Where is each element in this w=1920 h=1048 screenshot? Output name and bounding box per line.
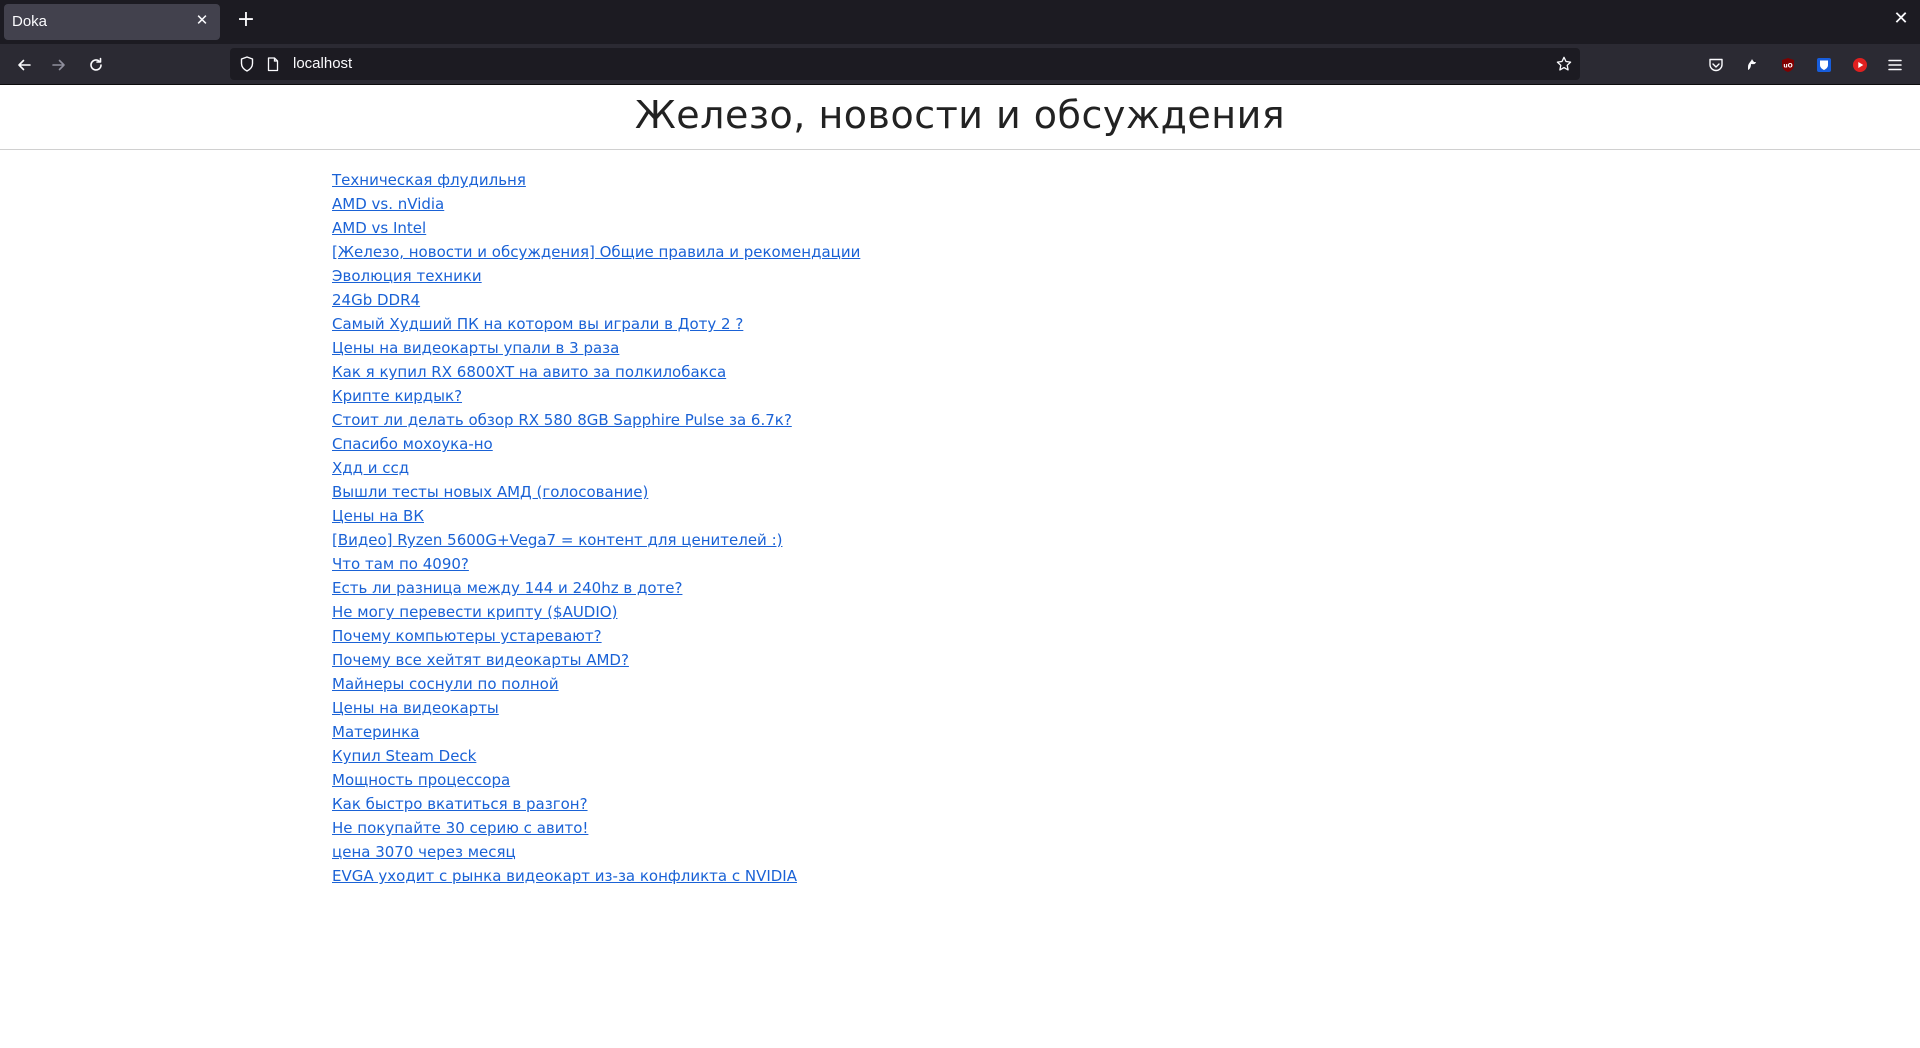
topic-link[interactable]: цена 3070 через месяц — [332, 843, 516, 861]
list-item: AMD vs Intel — [332, 216, 860, 240]
topic-link[interactable]: Вышли тесты новых АМД (голосование) — [332, 483, 648, 501]
list-item: 24Gb DDR4 — [332, 288, 860, 312]
list-item: AMD vs. nVidia — [332, 192, 860, 216]
window-close-icon[interactable]: ✕ — [1892, 10, 1910, 28]
url-bar[interactable]: localhost — [230, 48, 1580, 80]
topic-link[interactable]: [Видео] Ryzen 5600G+Vega7 = контент для … — [332, 531, 782, 549]
list-item: [Видео] Ryzen 5600G+Vega7 = контент для … — [332, 528, 860, 552]
topic-link[interactable]: Почему компьютеры устаревают? — [332, 627, 602, 645]
list-item: Майнеры соснули по полной — [332, 672, 860, 696]
topic-link[interactable]: Как я купил RX 6800XT на авито за полкил… — [332, 363, 726, 381]
list-item: Не могу перевести крипту ($AUDIO) — [332, 600, 860, 624]
topic-link[interactable]: Цены на ВК — [332, 507, 424, 525]
bookmark-star-icon[interactable] — [1556, 56, 1572, 72]
topic-link[interactable]: EVGA уходит с рынка видеокарт из-за конф… — [332, 867, 797, 885]
list-item: Материнка — [332, 720, 860, 744]
topic-link[interactable]: Почему все хейтят видеокарты AMD? — [332, 651, 629, 669]
page-title: Железо, новости и обсуждения — [634, 93, 1286, 137]
topic-link[interactable]: Мощность процессора — [332, 771, 510, 789]
topic-link[interactable]: Цены на видеокарты упали в 3 раза — [332, 339, 619, 357]
list-item: Цены на ВК — [332, 504, 860, 528]
pocket-icon[interactable] — [1707, 56, 1725, 74]
list-item: Спасибо мохоука-но — [332, 432, 860, 456]
list-item: Купил Steam Deck — [332, 744, 860, 768]
topic-link[interactable]: Самый Худший ПК на котором вы играли в Д… — [332, 315, 743, 333]
url-text[interactable]: localhost — [293, 55, 352, 72]
active-tab[interactable]: Doka ✕ — [4, 4, 220, 40]
new-tab-icon[interactable]: + — [236, 9, 256, 31]
topic-link[interactable]: Хдд и ссд — [332, 459, 409, 477]
list-item: Мощность процессора — [332, 768, 860, 792]
tab-close-icon[interactable]: ✕ — [194, 12, 210, 28]
topic-link[interactable]: Материнка — [332, 723, 419, 741]
list-item: Что там по 4090? — [332, 552, 860, 576]
forward-arrow-icon[interactable] — [47, 53, 71, 77]
topic-link[interactable]: AMD vs Intel — [332, 219, 426, 237]
tab-bar: Doka ✕ + ✕ — [0, 0, 1920, 44]
topic-link[interactable]: Крипте кирдык? — [332, 387, 462, 405]
reload-icon[interactable] — [84, 53, 108, 77]
topic-link[interactable]: Спасибо мохоука-но — [332, 435, 493, 453]
back-arrow-icon[interactable] — [12, 53, 36, 77]
topic-link[interactable]: Майнеры соснули по полной — [332, 675, 559, 693]
list-item: [Железо, новости и обсуждения] Общие пра… — [332, 240, 860, 264]
list-item: Не покупайте 30 серию с авито! — [332, 816, 860, 840]
list-item: Есть ли разница между 144 и 240hz в доте… — [332, 576, 860, 600]
topic-link[interactable]: Есть ли разница между 144 и 240hz в доте… — [332, 579, 682, 597]
list-item: Стоит ли делать обзор RX 580 8GB Sapphir… — [332, 408, 860, 432]
hamburger-menu-icon[interactable] — [1886, 56, 1904, 74]
youtube-extension-icon[interactable] — [1851, 56, 1869, 74]
shield-icon[interactable] — [239, 56, 255, 72]
topic-link[interactable]: Эволюция техники — [332, 267, 482, 285]
list-item: Крипте кирдык? — [332, 384, 860, 408]
topic-link[interactable]: Цены на видеокарты — [332, 699, 499, 717]
list-item: Почему все хейтят видеокарты AMD? — [332, 648, 860, 672]
list-item: EVGA уходит с рынка видеокарт из-за конф… — [332, 864, 860, 888]
topic-link[interactable]: Не покупайте 30 серию с авито! — [332, 819, 588, 837]
list-item: Вышли тесты новых АМД (голосование) — [332, 480, 860, 504]
topic-link[interactable]: Что там по 4090? — [332, 555, 469, 573]
topic-link[interactable]: [Железо, новости и обсуждения] Общие пра… — [332, 243, 860, 261]
list-item: Почему компьютеры устаревают? — [332, 624, 860, 648]
bitwarden-icon[interactable] — [1815, 56, 1833, 74]
page-icon — [265, 56, 281, 72]
topic-link[interactable]: Как быстро вкатиться в разгон? — [332, 795, 588, 813]
list-item: Цены на видеокарты — [332, 696, 860, 720]
list-item: цена 3070 через месяц — [332, 840, 860, 864]
tab-title: Doka — [12, 13, 48, 30]
list-item: Цены на видеокарты упали в 3 раза — [332, 336, 860, 360]
navigation-bar: localhost uO — [0, 44, 1920, 85]
topic-link[interactable]: Купил Steam Deck — [332, 747, 476, 765]
list-item: Эволюция техники — [332, 264, 860, 288]
list-item: Как быстро вкатиться в разгон? — [332, 792, 860, 816]
topic-link[interactable]: Не могу перевести крипту ($AUDIO) — [332, 603, 617, 621]
topic-link[interactable]: Стоит ли делать обзор RX 580 8GB Sapphir… — [332, 411, 792, 429]
page-header: Железо, новости и обсуждения — [0, 85, 1920, 150]
topic-list: Техническая флудильня AMD vs. nVidia AMD v… — [332, 168, 860, 888]
extension-dark-icon[interactable] — [1743, 56, 1761, 74]
page-content: Железо, новости и обсуждения Техническая… — [0, 85, 1920, 1048]
list-item: Техническая флудильня — [332, 168, 860, 192]
topic-link[interactable]: Техническая флудильня — [332, 171, 526, 189]
topic-link[interactable]: 24Gb DDR4 — [332, 291, 420, 309]
svg-text:uO: uO — [1783, 63, 1792, 70]
list-item: Как я купил RX 6800XT на авито за полкил… — [332, 360, 860, 384]
list-item: Самый Худший ПК на котором вы играли в Д… — [332, 312, 860, 336]
topic-link[interactable]: AMD vs. nVidia — [332, 195, 444, 213]
list-item: Хдд и ссд — [332, 456, 860, 480]
ublock-origin-icon[interactable]: uO — [1779, 56, 1797, 74]
